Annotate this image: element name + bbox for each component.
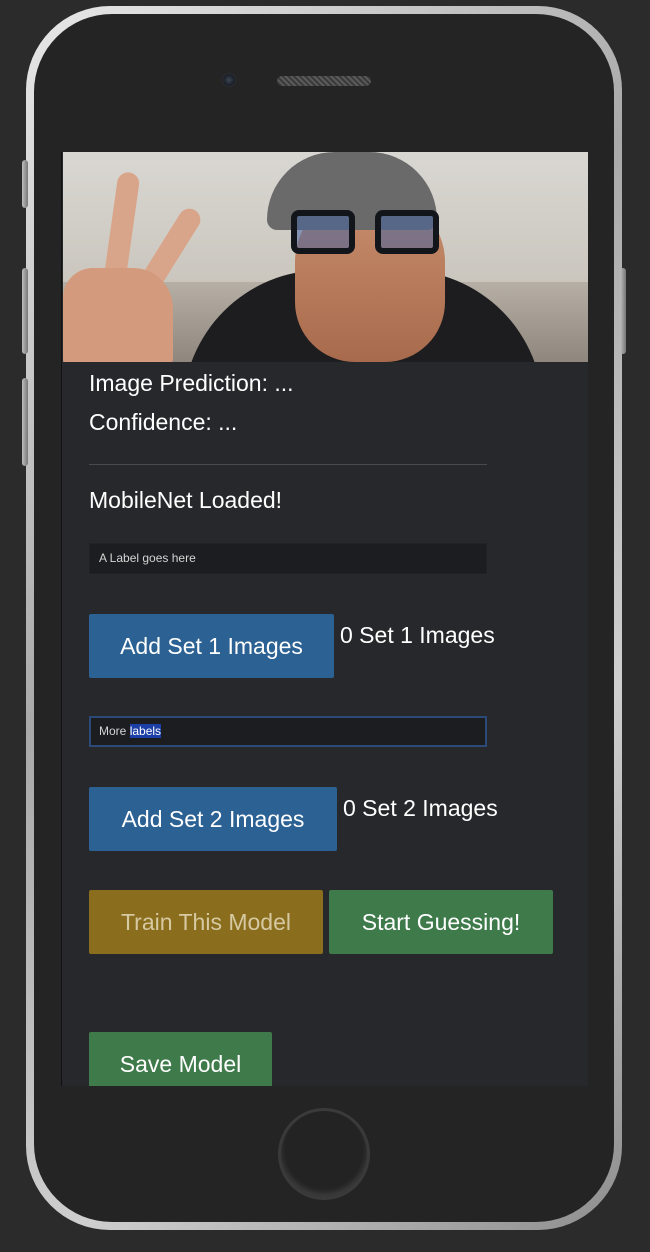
set1-count-text: 0 Set 1 Images — [340, 622, 495, 648]
volume-up-button — [22, 268, 28, 354]
webcam-peace-hand — [63, 171, 205, 362]
webcam-glasses — [291, 210, 439, 254]
mute-switch — [22, 160, 28, 208]
set2-label-prefix: More — [99, 724, 130, 738]
train-model-button[interactable]: Train This Model — [89, 890, 323, 954]
earpiece-speaker — [277, 76, 371, 86]
confidence-text: Confidence: ... — [89, 409, 238, 435]
image-prediction-text: Image Prediction: ... — [89, 370, 294, 396]
set2-count-text: 0 Set 2 Images — [343, 795, 498, 821]
volume-down-button — [22, 378, 28, 466]
set2-label-input[interactable]: More labels — [89, 716, 487, 747]
add-set1-images-button[interactable]: Add Set 1 Images — [89, 614, 334, 678]
power-button — [620, 268, 626, 354]
home-button[interactable] — [278, 1108, 370, 1200]
front-camera-icon — [222, 73, 236, 87]
webcam-video — [63, 152, 588, 362]
set1-label-input[interactable]: A Label goes here — [89, 543, 487, 574]
model-status-text: MobileNet Loaded! — [89, 487, 283, 513]
start-guessing-button[interactable]: Start Guessing! — [329, 890, 553, 954]
add-set2-images-button[interactable]: Add Set 2 Images — [89, 787, 337, 851]
divider — [89, 464, 487, 465]
set2-label-selection: labels — [129, 724, 162, 738]
set1-label-value: A Label goes here — [99, 551, 196, 565]
app-screen: Image Prediction: ... Confidence: ... Mo… — [61, 152, 588, 1086]
save-model-button[interactable]: Save Model — [89, 1032, 272, 1086]
